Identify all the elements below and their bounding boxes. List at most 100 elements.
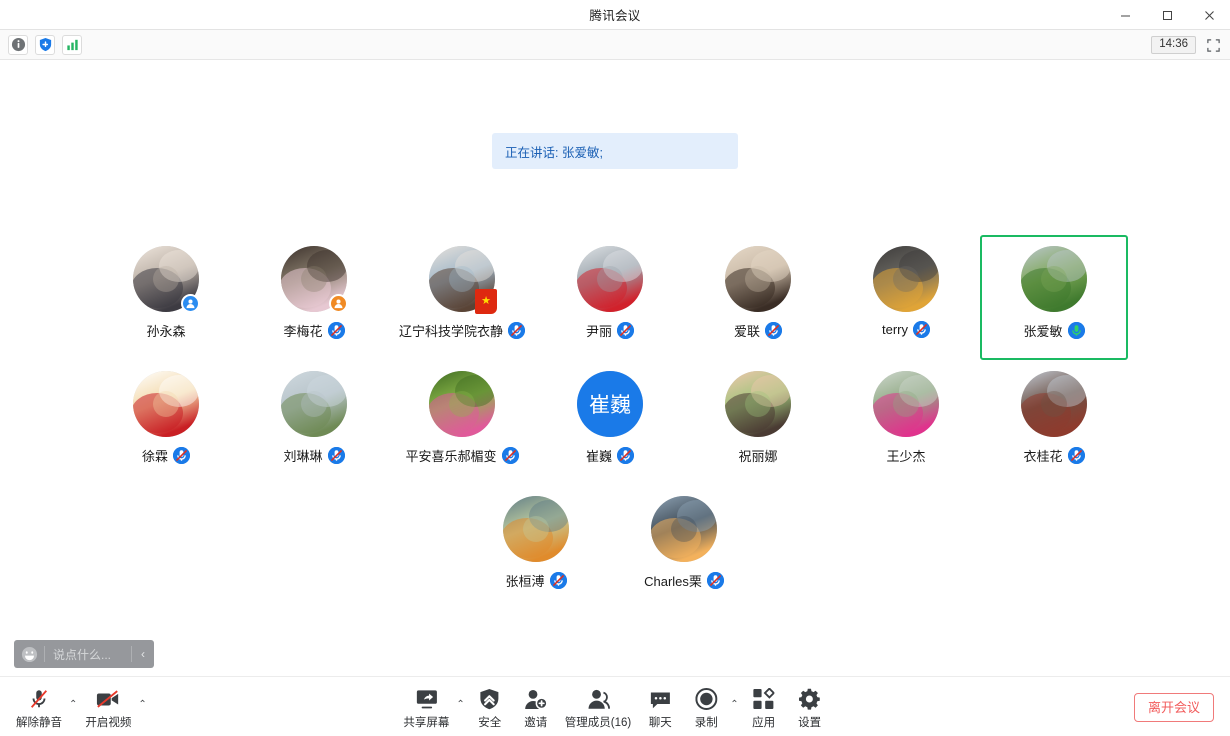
mic-muted-icon [173, 447, 190, 464]
start-video-chevron-up-icon[interactable]: ⌃ [138, 700, 146, 710]
unmute-button[interactable]: 解除静音 [10, 684, 68, 730]
participant-tile[interactable]: Charles栗 [610, 485, 758, 610]
manage-members-label: 管理成员(16) [564, 717, 632, 729]
window-title: 腾讯会议 [589, 9, 641, 23]
avatar-wrapper [873, 246, 939, 312]
chevron-left-icon[interactable]: ‹ [132, 647, 154, 661]
participant-name: 张爱敏 [1023, 324, 1063, 339]
avatar [873, 246, 939, 312]
minimize-button[interactable] [1104, 0, 1146, 30]
status-bar-right: 14:36 [1151, 30, 1222, 60]
participant-tile[interactable]: 徐霖 [92, 360, 240, 485]
shield-add-icon[interactable] [35, 34, 55, 55]
mic-muted-icon [1067, 447, 1085, 464]
participant-tile[interactable]: 刘琳琳 [240, 360, 388, 485]
share-screen-button[interactable]: 共享屏幕 [397, 684, 455, 730]
manage-members-button[interactable]: 管理成员(16) [559, 684, 637, 730]
toolbar-item-manage-members: 管理成员(16) [559, 684, 637, 730]
participant-name-row: 平安喜乐郝楣变 [405, 446, 519, 465]
avatar [503, 496, 569, 562]
chat-label: 聊天 [648, 717, 672, 729]
avatar [725, 246, 791, 312]
avatar-wrapper [651, 496, 717, 562]
participant-tile[interactable]: 张爱敏 [980, 235, 1128, 360]
title-bar: 腾讯会议 [0, 0, 1230, 30]
share-screen-chevron-up-icon[interactable]: ⌃ [456, 700, 464, 710]
participant-tile[interactable]: 孙永森 [92, 235, 240, 360]
participant-tile[interactable]: ★ 辽宁科技学院衣静 [388, 235, 536, 360]
security-label: 安全 [478, 717, 502, 729]
participant-tile[interactable]: terry [832, 235, 980, 360]
info-icon[interactable] [8, 34, 28, 55]
participant-tile[interactable]: 王少杰 [832, 360, 980, 485]
participant-name-row: 祝丽娜 [738, 446, 777, 465]
participant-name-row: 王少杰 [886, 446, 925, 465]
security-button[interactable]: 安全 [467, 684, 513, 730]
avatar [429, 371, 495, 437]
apps-button[interactable]: 应用 [741, 684, 787, 730]
toolbar-item-unmute: 解除静音 ⌃ [10, 684, 79, 730]
people-icon [586, 684, 610, 710]
settings-button[interactable]: 设置 [787, 684, 833, 730]
avatar-wrapper [281, 246, 348, 313]
avatar-wrapper [577, 246, 643, 312]
maximize-button[interactable] [1146, 0, 1188, 30]
settings-label: 设置 [798, 717, 822, 729]
participant-name: 尹丽 [585, 324, 612, 339]
avatar-wrapper [873, 371, 939, 437]
chat-input-bar[interactable]: 说点什么... ‹ [14, 640, 154, 668]
apps-label: 应用 [752, 717, 776, 729]
participant-tile[interactable]: 李梅花 [240, 235, 388, 360]
china-flag-badge-icon: ★ [475, 289, 497, 314]
close-button[interactable] [1188, 0, 1230, 30]
participant-name-row: 张爱敏 [1023, 321, 1085, 340]
invite-button[interactable]: 邀请 [513, 684, 559, 730]
network-signal-icon[interactable] [62, 34, 82, 55]
participant-name: 王少杰 [886, 449, 926, 464]
mic-muted-icon [28, 684, 50, 710]
avatar-wrapper [1021, 371, 1087, 437]
avatar [725, 371, 791, 437]
start-video-button[interactable]: 开启视频 [79, 684, 137, 730]
toolbar-item-start-video: 开启视频 ⌃ [79, 684, 148, 730]
participant-tile[interactable]: 衣桂花 [980, 360, 1128, 485]
mic-muted-icon [508, 322, 525, 339]
participant-name-row: 崔巍 [586, 446, 634, 465]
toolbar-item-settings: 设置 [787, 684, 833, 730]
participant-name-row: 辽宁科技学院衣静 [399, 321, 525, 340]
participant-tile[interactable]: 祝丽娜 [684, 360, 832, 485]
leave-meeting-button[interactable]: 离开会议 [1133, 692, 1214, 722]
record-chevron-up-icon[interactable]: ⌃ [730, 700, 738, 710]
participant-tile[interactable]: 崔巍 崔巍 [536, 360, 684, 485]
participant-name-row: Charles栗 [644, 571, 724, 590]
speaking-banner-text: 正在讲话: 张爱敏; [505, 145, 603, 160]
smiley-icon[interactable] [14, 646, 44, 663]
participant-tile[interactable]: 张桓溥 [462, 485, 610, 610]
unmute-chevron-up-icon[interactable]: ⌃ [69, 700, 77, 710]
bottom-toolbar-center: 共享屏幕 ⌃ 安全 邀请 管理成员(16) 聊天 录制 ⌃ 应用 设置 [397, 677, 832, 736]
mic-muted-icon [913, 321, 930, 338]
speaking-banner: 正在讲话: 张爱敏; [492, 133, 738, 169]
toolbar-item-security: 安全 [467, 684, 513, 730]
avatar [1021, 246, 1087, 312]
participant-row: 孙永森 李梅花 ★ 辽宁科技学院衣静 尹丽 爱联 terry 张爱敏 [92, 235, 1156, 360]
participant-name-row: 刘琳琳 [283, 446, 345, 465]
participant-name: 祝丽娜 [738, 449, 778, 464]
chat-button[interactable]: 聊天 [637, 684, 683, 730]
participant-tile[interactable]: 平安喜乐郝楣变 [388, 360, 536, 485]
toolbar-item-record: 录制 ⌃ [683, 684, 740, 730]
bottom-toolbar-left: 解除静音 ⌃ 开启视频 ⌃ [10, 677, 149, 736]
mic-muted-icon [327, 447, 345, 464]
participant-name: 崔巍 [585, 449, 612, 464]
participant-tile[interactable]: 尹丽 [536, 235, 684, 360]
participant-grid: 孙永森 李梅花 ★ 辽宁科技学院衣静 尹丽 爱联 terry 张爱敏 徐霖 刘琳… [92, 235, 1156, 610]
participant-name-row: 徐霖 [142, 446, 190, 465]
record-button[interactable]: 录制 [683, 684, 729, 730]
avatar-wrapper [725, 246, 791, 312]
chat-input-placeholder[interactable]: 说点什么... [45, 646, 131, 663]
bottom-toolbar: 解除静音 ⌃ 开启视频 ⌃ 共享屏幕 ⌃ 安全 邀请 管理成员(16) 聊天 录… [0, 676, 1230, 736]
fullscreen-icon[interactable] [1204, 36, 1222, 54]
participant-name: 平安喜乐郝楣变 [405, 449, 497, 464]
avatar [577, 246, 643, 312]
participant-tile[interactable]: 爱联 [684, 235, 832, 360]
